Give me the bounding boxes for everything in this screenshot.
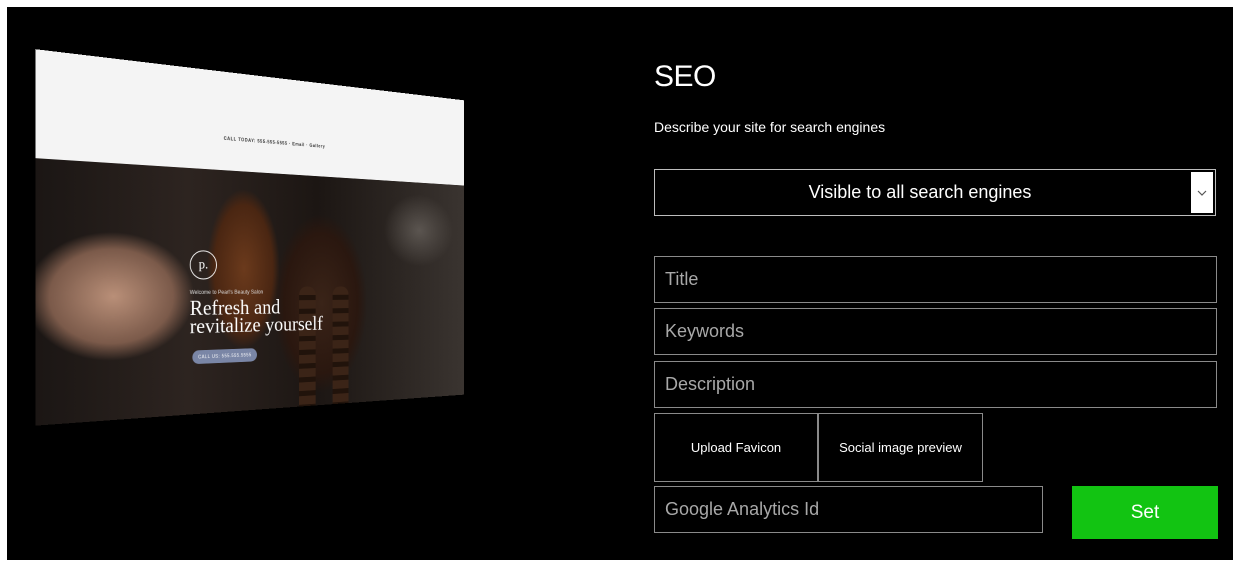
chevron-down-icon[interactable] — [1191, 172, 1213, 213]
preview-logo: p. — [189, 250, 217, 280]
preview-welcome: Welcome to Pearl's Beauty Salon — [189, 290, 264, 296]
social-image-preview-button[interactable]: Social image preview — [818, 413, 983, 482]
google-analytics-input[interactable] — [654, 486, 1043, 533]
seo-settings-panel: CALL TODAY: 555-555-5555 · Email · Galle… — [7, 7, 1233, 560]
upload-favicon-button[interactable]: Upload Favicon — [654, 413, 818, 482]
seo-title: SEO — [654, 60, 716, 93]
seo-subtitle: Describe your site for search engines — [654, 119, 886, 135]
preview-headline: Refresh and revitalize yourself — [190, 296, 389, 338]
preview-header-text: CALL TODAY: 555-555-5555 · Email · Galle… — [223, 136, 326, 150]
title-input[interactable] — [654, 256, 1217, 303]
site-preview: CALL TODAY: 555-555-5555 · Email · Galle… — [7, 7, 607, 560]
set-button[interactable]: Set — [1072, 486, 1218, 539]
description-input[interactable] — [654, 361, 1217, 408]
site-preview-screenshot: CALL TODAY: 555-555-5555 · Email · Galle… — [35, 49, 464, 426]
keywords-input[interactable] — [654, 308, 1217, 355]
visibility-value: Visible to all search engines — [808, 182, 1032, 202]
visibility-select[interactable]: Visible to all search engines — [654, 169, 1216, 216]
